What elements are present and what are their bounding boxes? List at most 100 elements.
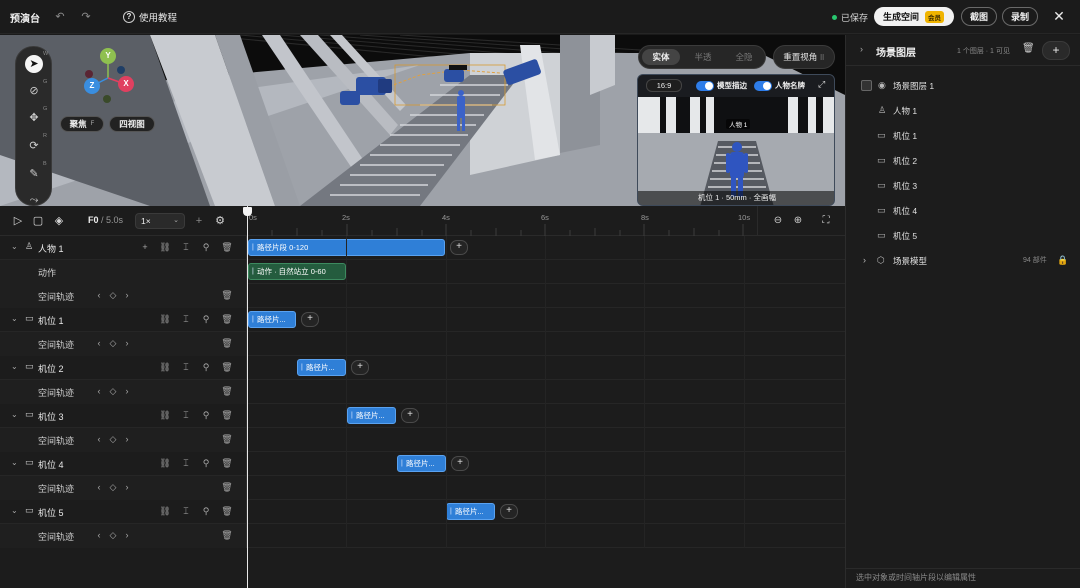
add-icon[interactable]: + bbox=[139, 241, 151, 253]
add-clip-button[interactable]: + bbox=[450, 240, 468, 255]
track-camera-4[interactable]: ⌄ ▭ 机位 4 ⛓ ⌶ ⚲ 🗑 路径片... + bbox=[0, 452, 845, 476]
add-layer-button[interactable]: + bbox=[1042, 41, 1070, 60]
stop-icon[interactable]: ▢ bbox=[31, 214, 45, 228]
prev-keyframe-icon[interactable]: ‹ bbox=[93, 481, 105, 493]
trash-icon[interactable]: 🗑 bbox=[221, 289, 233, 301]
mode-translucent[interactable]: 半透 bbox=[684, 49, 722, 65]
tree-item-camera[interactable]: ▭ 机位 2 bbox=[846, 150, 1080, 172]
tree-item-camera[interactable]: ▭ 机位 3 bbox=[846, 175, 1080, 197]
mode-hidden[interactable]: 全隐 bbox=[725, 49, 763, 65]
four-view-button[interactable]: 四视图 bbox=[109, 116, 155, 132]
add-clip-button[interactable]: + bbox=[351, 360, 369, 375]
trash-icon[interactable]: 🗑 bbox=[221, 481, 233, 493]
split-icon[interactable]: ⌶ bbox=[180, 361, 192, 373]
reset-view-button[interactable]: 重置视角 ⠿ bbox=[773, 45, 835, 69]
settings-sliders-icon[interactable]: ⚙ bbox=[213, 214, 227, 228]
outline-toggle-row[interactable]: 模型描边 bbox=[696, 80, 747, 91]
trash-icon[interactable]: 🗑 bbox=[221, 505, 233, 517]
next-keyframe-icon[interactable]: › bbox=[121, 289, 133, 301]
record-button[interactable]: 录制 bbox=[1002, 7, 1038, 26]
playhead-handle[interactable] bbox=[243, 207, 252, 216]
next-keyframe-icon[interactable]: › bbox=[121, 337, 133, 349]
split-icon[interactable]: ⌶ bbox=[180, 241, 192, 253]
trash-icon[interactable]: 🗑 bbox=[221, 313, 233, 325]
link-icon[interactable]: ⛓ bbox=[159, 505, 171, 517]
keyframe-diamond-icon[interactable]: ◇ bbox=[107, 385, 119, 397]
trash-icon[interactable]: 🗑 bbox=[221, 409, 233, 421]
tree-item-camera[interactable]: ▭ 机位 1 bbox=[846, 125, 1080, 147]
clip-segment[interactable]: 路径片... bbox=[248, 311, 296, 328]
pin-icon[interactable]: ⚲ bbox=[200, 457, 212, 469]
trash-icon[interactable]: 🗑 bbox=[221, 337, 233, 349]
next-keyframe-icon[interactable]: › bbox=[121, 529, 133, 541]
chevron-down-icon[interactable]: ⌄ bbox=[11, 410, 18, 419]
3d-viewport[interactable]: ➤ W ⊘ G ✥ G ⟳ R ✎ B ⤳ Y Z X 聚焦 F 四视图 实体 … bbox=[0, 35, 845, 206]
next-keyframe-icon[interactable]: › bbox=[121, 385, 133, 397]
chevron-down-icon[interactable]: ⌄ bbox=[11, 506, 18, 515]
eye-icon[interactable]: ◉ bbox=[878, 80, 886, 91]
tree-item-scene-model[interactable]: › ⬡ 场景模型 94 部件 🔒 bbox=[846, 250, 1080, 272]
orbit-tool-icon[interactable]: ⊘ bbox=[25, 82, 43, 100]
trash-icon[interactable]: 🗑 bbox=[221, 241, 233, 253]
add-clip-button[interactable]: + bbox=[301, 312, 319, 327]
keyframe-diamond-icon[interactable]: ◇ bbox=[107, 481, 119, 493]
split-icon[interactable]: ⌶ bbox=[180, 409, 192, 421]
track-spatial-path[interactable]: 空间轨迹 ‹ ◇ › 🗑 bbox=[0, 476, 845, 500]
trash-icon[interactable]: 🗑 bbox=[221, 529, 233, 541]
add-track-icon[interactable]: + bbox=[192, 214, 206, 228]
close-icon[interactable]: ✕ bbox=[1052, 9, 1066, 23]
link-icon[interactable]: ⛓ bbox=[159, 313, 171, 325]
pin-icon[interactable]: ⚲ bbox=[200, 505, 212, 517]
add-clip-button[interactable]: + bbox=[451, 456, 469, 471]
trash-icon[interactable]: 🗑 bbox=[221, 457, 233, 469]
layer-checkbox[interactable] bbox=[861, 80, 872, 91]
zoom-in-icon[interactable]: ⊕ bbox=[791, 214, 805, 228]
link-icon[interactable]: ⛓ bbox=[159, 409, 171, 421]
split-icon[interactable]: ⌶ bbox=[180, 313, 192, 325]
track-camera-2[interactable]: ⌄ ▭ 机位 2 ⛓ ⌶ ⚲ 🗑 路径片... + bbox=[0, 356, 845, 380]
prev-keyframe-icon[interactable]: ‹ bbox=[93, 433, 105, 445]
move-tool-icon[interactable]: ✥ bbox=[25, 109, 43, 127]
undo-icon[interactable]: ↶ bbox=[53, 10, 67, 24]
chevron-right-icon[interactable]: › bbox=[860, 44, 863, 54]
keyframe-icon[interactable]: ◈ bbox=[52, 214, 66, 228]
trash-icon[interactable]: 🗑 bbox=[221, 361, 233, 373]
chevron-right-icon[interactable]: › bbox=[863, 255, 866, 265]
tutorial-link[interactable]: ? 使用教程 bbox=[123, 10, 177, 24]
track-spatial-path[interactable]: 空间轨迹 ‹ ◇ › 🗑 bbox=[0, 332, 845, 356]
tree-item-person[interactable]: ♙ 人物 1 bbox=[846, 100, 1080, 122]
chevron-down-icon[interactable]: ⌄ bbox=[11, 362, 18, 371]
keyframe-diamond-icon[interactable]: ◇ bbox=[107, 529, 119, 541]
outline-toggle[interactable] bbox=[696, 80, 714, 91]
add-clip-button[interactable]: + bbox=[500, 504, 518, 519]
aspect-ratio-select[interactable]: 16:9 bbox=[646, 79, 682, 92]
path-tool-icon[interactable]: ⤳ bbox=[25, 191, 43, 206]
clip-action[interactable]: 动作 · 自然站立 0-60 bbox=[248, 263, 346, 280]
mode-solid[interactable]: 实体 bbox=[642, 49, 680, 65]
track-camera-1[interactable]: ⌄ ▭ 机位 1 ⛓ ⌶ ⚲ 🗑 路径片... + bbox=[0, 308, 845, 332]
trash-icon[interactable]: 🗑 bbox=[221, 433, 233, 445]
axis-gizmo[interactable]: Y Z X bbox=[78, 48, 138, 108]
screenshot-button[interactable]: 截图 bbox=[961, 7, 997, 26]
pin-icon[interactable]: ⚲ bbox=[200, 313, 212, 325]
pin-icon[interactable]: ⚲ bbox=[200, 241, 212, 253]
add-clip-button[interactable]: + bbox=[401, 408, 419, 423]
pin-icon[interactable]: ⚲ bbox=[200, 409, 212, 421]
link-icon[interactable]: ⛓ bbox=[159, 457, 171, 469]
link-icon[interactable]: ⛓ bbox=[159, 361, 171, 373]
pen-tool-icon[interactable]: ✎ bbox=[25, 165, 43, 183]
pin-icon[interactable]: ⚲ bbox=[200, 361, 212, 373]
z-axis-icon[interactable]: Z bbox=[84, 78, 100, 94]
keyframe-diamond-icon[interactable]: ◇ bbox=[107, 433, 119, 445]
expand-icon[interactable]: ⤢ bbox=[818, 79, 825, 90]
speed-select[interactable]: 1× ⌄ bbox=[135, 213, 185, 229]
select-tool-icon[interactable]: ➤ bbox=[25, 55, 43, 73]
track-spatial-path[interactable]: 空间轨迹 ‹ ◇ › 🗑 bbox=[0, 524, 845, 548]
tree-item-camera[interactable]: ▭ 机位 4 bbox=[846, 200, 1080, 222]
playhead[interactable] bbox=[247, 206, 248, 588]
layer-row[interactable]: ◉ 场景图层 1 bbox=[846, 75, 1080, 97]
lock-icon[interactable]: 🔒 bbox=[1057, 255, 1068, 266]
track-spatial-path[interactable]: 空间轨迹 ‹ ◇ › 🗑 bbox=[0, 380, 845, 404]
nameplate-toggle-row[interactable]: 人物名牌 bbox=[754, 80, 805, 91]
clip-segment[interactable]: 路径片... bbox=[397, 455, 446, 472]
